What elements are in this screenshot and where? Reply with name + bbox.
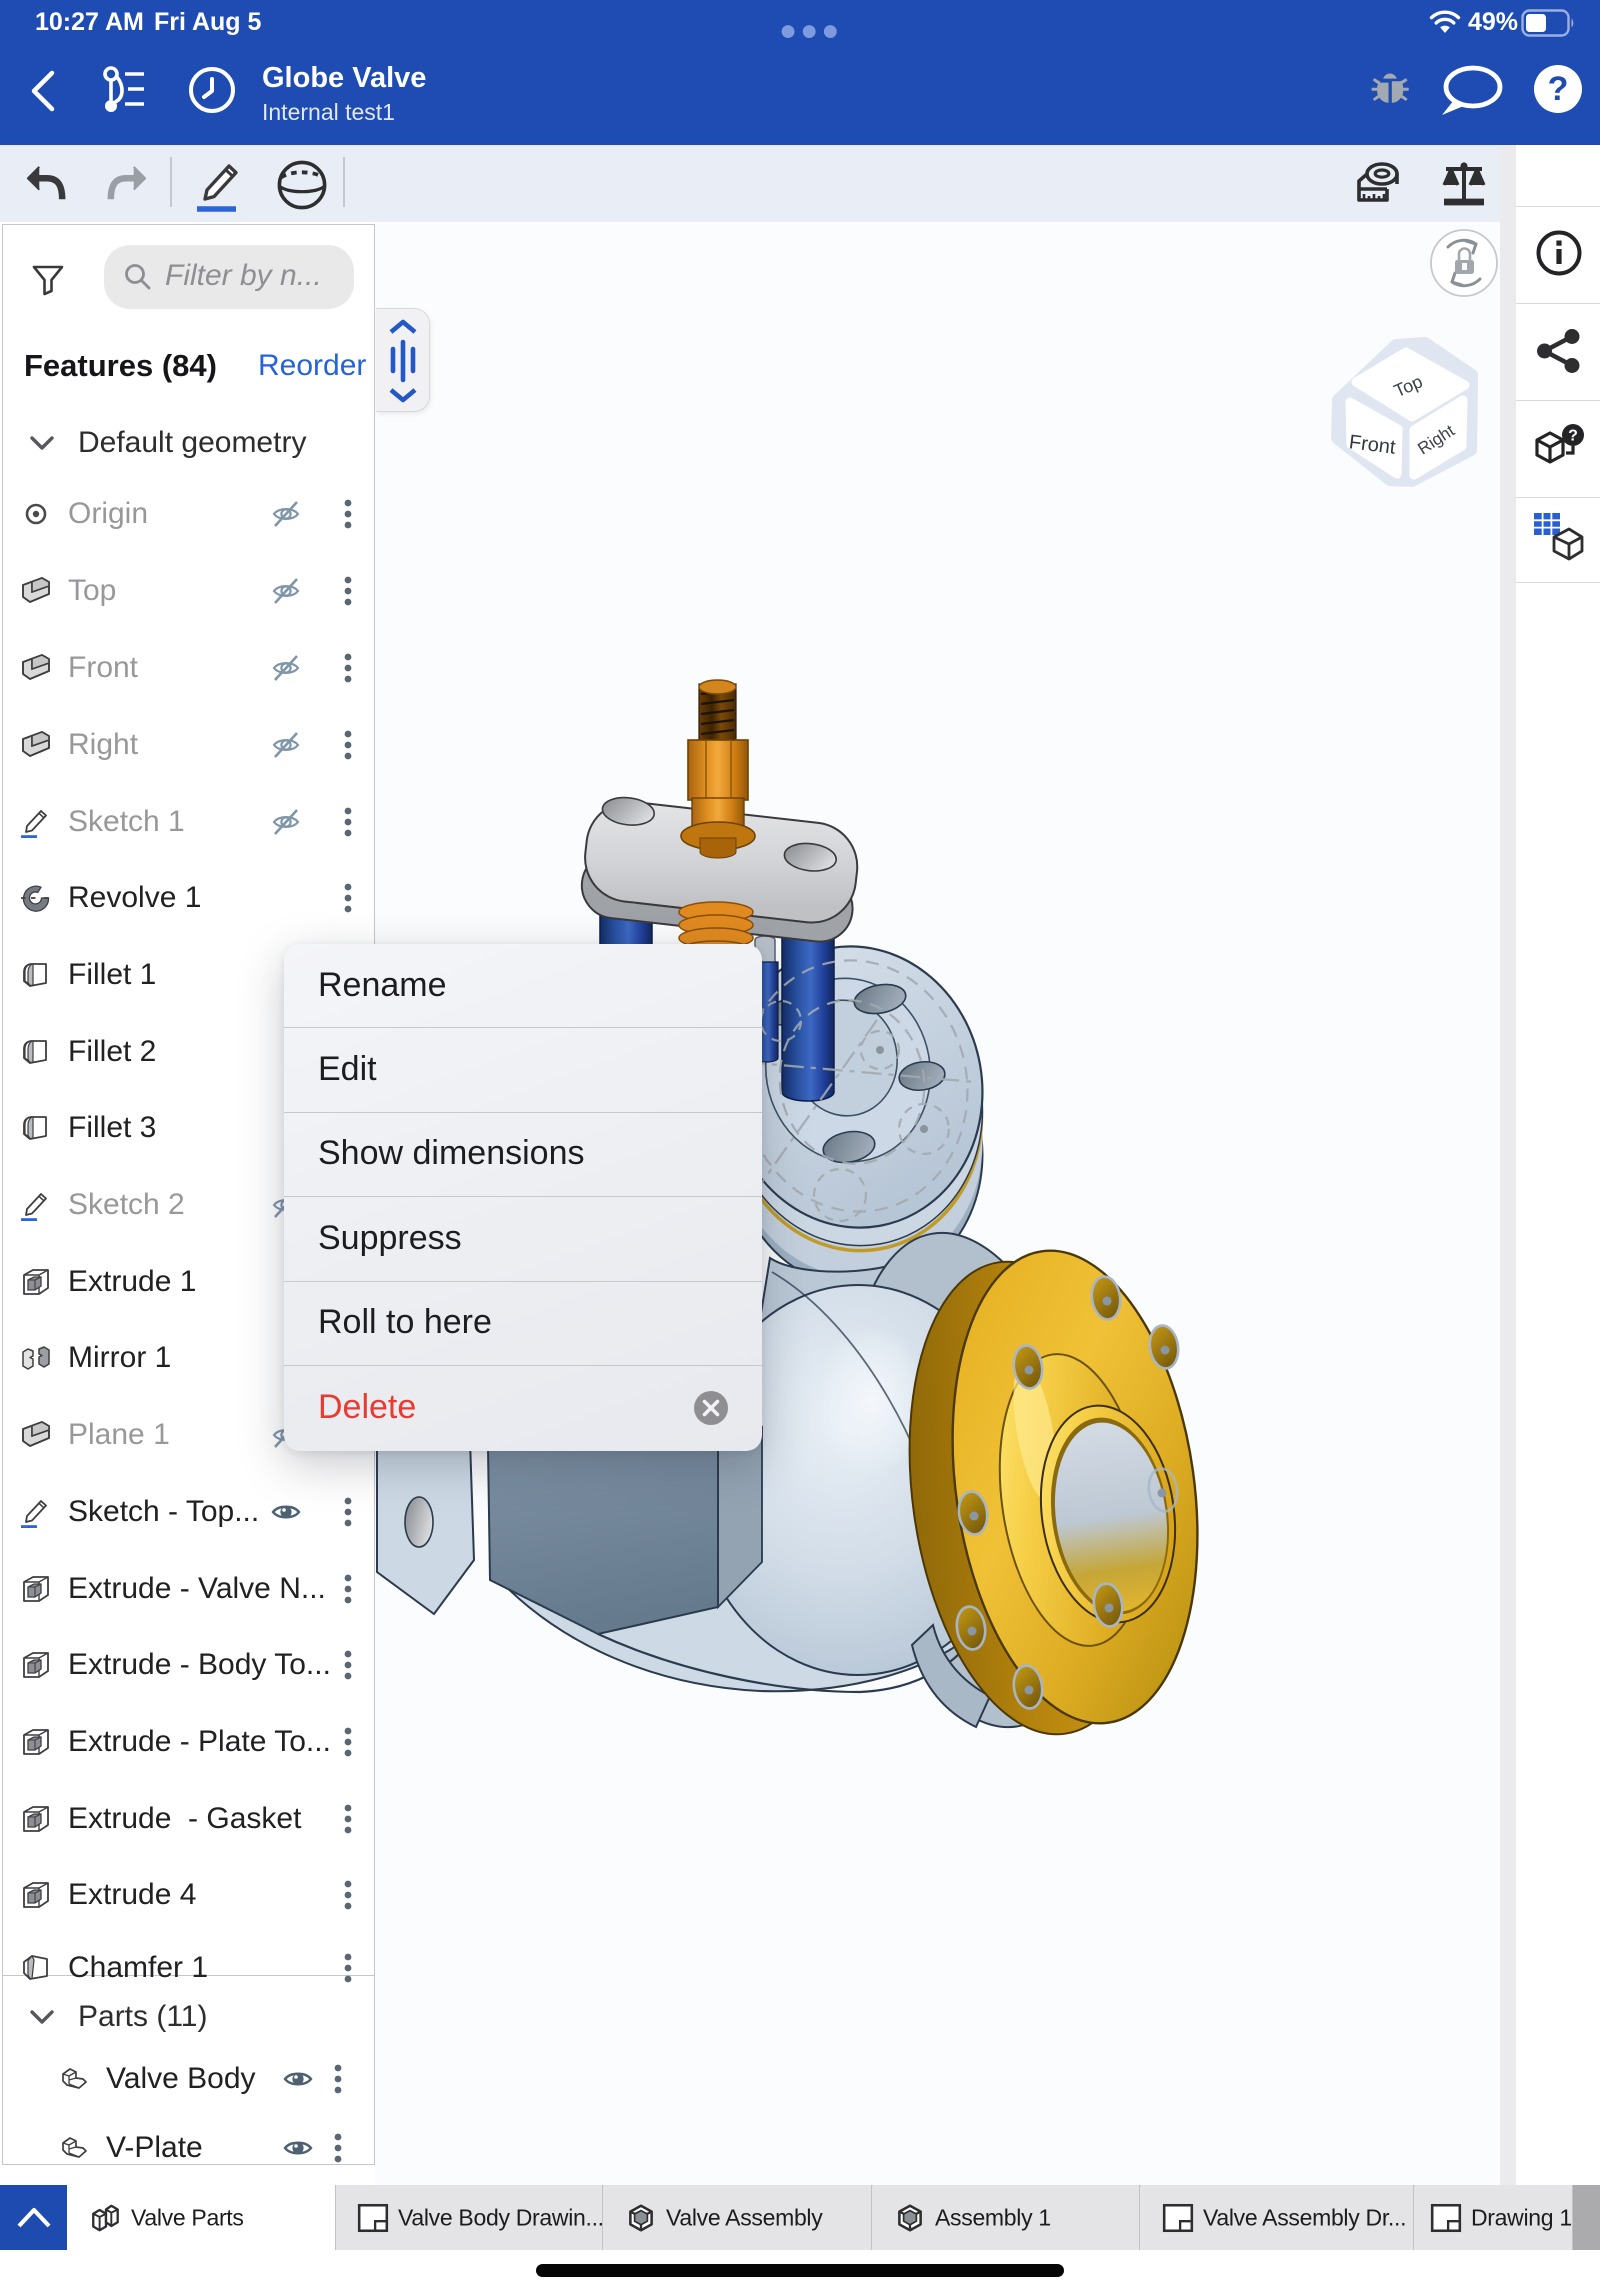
svg-text:?: ? (1548, 70, 1569, 108)
svg-text:?: ? (1568, 428, 1578, 445)
